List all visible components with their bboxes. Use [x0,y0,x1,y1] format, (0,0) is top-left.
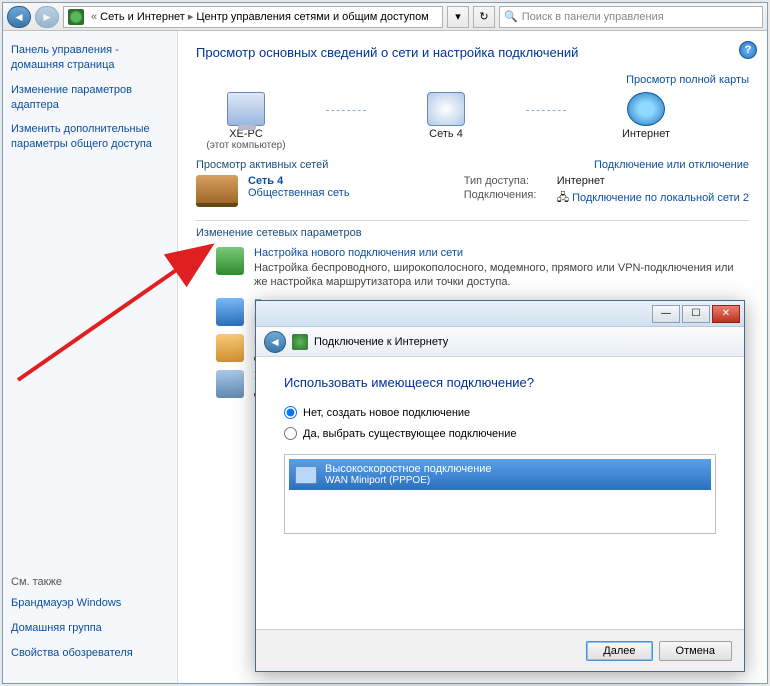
network-map: XE-PC (этот компьютер) Сеть 4 Интернет [196,92,749,151]
dialog-title: Подключение к Интернету [314,336,448,348]
dropdown-icon: ▾ [455,10,461,23]
connection-subtitle: WAN Miniport (PPPOE) [325,475,492,486]
radio-input[interactable] [284,406,297,419]
minimize-button[interactable]: — [652,305,680,323]
sidebar-link-home[interactable]: Панель управления - домашняя страница [11,43,169,73]
radio-label: Нет, создать новое подключение [303,407,470,419]
connect-network-icon [216,298,244,326]
modem-icon [295,466,317,484]
network-type-link[interactable]: Общественная сеть [248,187,350,199]
refresh-button[interactable]: ▾ [447,6,469,28]
refresh-icon: ↻ [479,10,488,23]
connection-line [526,110,566,111]
connect-disconnect-link[interactable]: Подключение или отключение [594,159,749,171]
network-icon [427,92,465,126]
page-title: Просмотр основных сведений о сети и наст… [196,45,749,60]
homegroup-icon [216,334,244,362]
breadcrumb[interactable]: « Сеть и Интернет ▸ Центр управления сет… [63,6,443,28]
connections-label: Подключения: [464,189,549,208]
chevron-right-icon: « [91,11,97,23]
network-name[interactable]: Сеть 4 [248,175,350,187]
chevron-right-icon: ▸ [188,10,194,23]
node-label: Сеть 4 [396,128,496,140]
search-icon: 🔍 [504,10,518,23]
radio-label: Да, выбрать существующее подключение [303,428,517,440]
search-input[interactable]: 🔍 Поиск в панели управления [499,6,763,28]
section-header: Изменение сетевых параметров [196,220,749,239]
sidebar-link-sharing[interactable]: Изменить дополнительные параметры общего… [11,122,169,152]
connection-name: Высокоскоростное подключение [325,463,492,475]
nav-forward-button[interactable]: ► [35,6,59,28]
dialog-back-button[interactable]: ◄ [264,331,286,353]
cancel-button[interactable]: Отмена [659,641,732,661]
radio-input[interactable] [284,427,297,440]
adapter-icon: 🖧 [557,192,572,204]
node-sublabel: (этот компьютер) [196,140,296,151]
connection-item-selected[interactable]: Высокоскоростное подключение WAN Minipor… [289,459,711,490]
new-connection-icon [216,247,244,275]
breadcrumb-item[interactable]: Центр управления сетями и общим доступом [196,11,428,23]
task-new-connection[interactable]: Настройка нового подключения или сети [254,247,749,259]
computer-icon [227,92,265,126]
sidebar-link-browser[interactable]: Свойства обозревателя [11,646,169,661]
next-button[interactable]: Далее [586,641,652,661]
help-icon[interactable]: ? [739,41,757,59]
connection-line [326,110,366,111]
control-panel-icon [68,9,84,25]
bench-icon [196,175,238,207]
breadcrumb-item[interactable]: Сеть и Интернет [100,11,185,23]
nav-back-button[interactable]: ◄ [7,6,31,28]
globe-icon [627,92,665,126]
maximize-button[interactable]: ☐ [682,305,710,323]
access-type-value: Интернет [557,175,605,187]
see-also-header: См. также [11,576,169,588]
sidebar: Панель управления - домашняя страница Из… [3,31,178,683]
sidebar-link-firewall[interactable]: Брандмауэр Windows [11,596,169,611]
radio-new-connection[interactable]: Нет, создать новое подключение [284,406,716,419]
search-placeholder: Поиск в панели управления [522,11,664,23]
close-button[interactable]: ✕ [712,305,740,323]
view-full-map-link[interactable]: Просмотр полной карты [626,74,749,86]
dialog-question: Использовать имеющееся подключение? [284,375,716,390]
node-label: Интернет [596,128,696,140]
sidebar-link-adapter[interactable]: Изменение параметров адаптера [11,83,169,113]
radio-existing-connection[interactable]: Да, выбрать существующее подключение [284,427,716,440]
task-desc: Настройка беспроводного, широкополосного… [254,261,749,290]
access-type-label: Тип доступа: [464,175,549,187]
sidebar-link-homegroup[interactable]: Домашняя группа [11,621,169,636]
troubleshoot-icon [216,370,244,398]
wizard-dialog: — ☐ ✕ ◄ Подключение к Интернету Использо… [255,300,745,672]
refresh-button[interactable]: ↻ [473,6,495,28]
connection-link[interactable]: Подключение по локальной сети 2 [572,192,749,204]
connection-icon [292,334,308,350]
section-header: Просмотр активных сетей [196,159,328,171]
connection-list[interactable]: Высокоскоростное подключение WAN Minipor… [284,454,716,534]
